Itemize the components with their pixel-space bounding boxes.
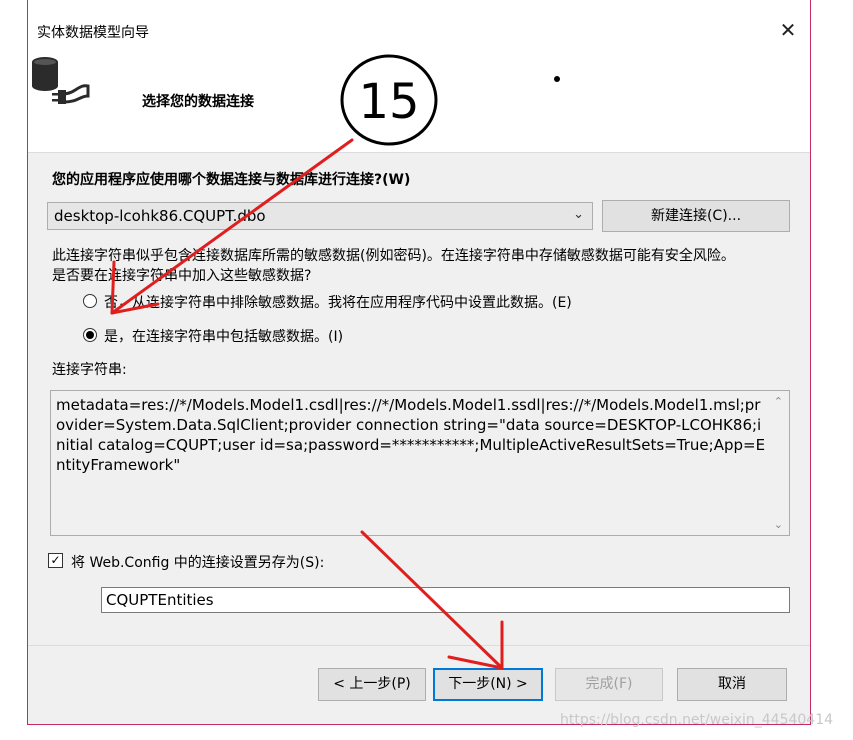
- radio-exclude-label[interactable]: 否，从连接字符串中排除敏感数据。我将在应用程序代码中设置此数据。(E): [104, 292, 572, 312]
- watermark: https://blog.csdn.net/weixin_44540414: [560, 712, 834, 728]
- sensitive-data-warning: 此连接字符串似乎包含连接数据库所需的敏感数据(例如密码)。在连接字符串中存储敏感…: [52, 246, 735, 286]
- entities-name-input[interactable]: CQUPTEntities: [101, 587, 790, 613]
- radio-exclude-sensitive[interactable]: [83, 294, 97, 308]
- radio-include-sensitive[interactable]: [83, 328, 97, 342]
- previous-button[interactable]: < 上一步(P): [318, 668, 426, 701]
- radio-include-label[interactable]: 是，在连接字符串中包括敏感数据。(I): [104, 326, 343, 346]
- connection-string-box[interactable]: metadata=res://*/Models.Model1.csdl|res:…: [50, 390, 790, 536]
- connection-string-text: metadata=res://*/Models.Model1.csdl|res:…: [56, 396, 766, 474]
- footer-divider: [28, 645, 810, 646]
- new-connection-button[interactable]: 新建连接(C)...: [602, 200, 790, 232]
- scroll-down-icon[interactable]: ⌄: [774, 518, 783, 531]
- page-title: 选择您的数据连接: [142, 94, 254, 110]
- database-connection-icon: [32, 57, 90, 104]
- connection-select-value: desktop-lcohk86.CQUPT.dbo: [54, 207, 266, 225]
- warning-line-2: 是否要在连接字符串中加入这些敏感数据?: [52, 268, 312, 284]
- cancel-button[interactable]: 取消: [677, 668, 787, 701]
- scroll-up-icon[interactable]: ⌃: [774, 395, 783, 408]
- connection-select[interactable]: desktop-lcohk86.CQUPT.dbo ⌄: [47, 202, 593, 230]
- save-config-label[interactable]: 将 Web.Config 中的连接设置另存为(S):: [71, 552, 324, 572]
- connection-question: 您的应用程序应使用哪个数据连接与数据库进行连接?(W): [52, 172, 411, 188]
- finish-button[interactable]: 完成(F): [555, 668, 663, 701]
- connection-string-label: 连接字符串:: [52, 362, 127, 378]
- chevron-down-icon[interactable]: ⌄: [573, 207, 584, 222]
- warning-line-1: 此连接字符串似乎包含连接数据库所需的敏感数据(例如密码)。在连接字符串中存储敏感…: [52, 248, 735, 264]
- close-icon[interactable]: ✕: [776, 18, 800, 42]
- window-title: 实体数据模型向导: [37, 25, 149, 41]
- next-button[interactable]: 下一步(N) >: [433, 668, 543, 701]
- save-config-checkbox[interactable]: ✓: [48, 553, 63, 568]
